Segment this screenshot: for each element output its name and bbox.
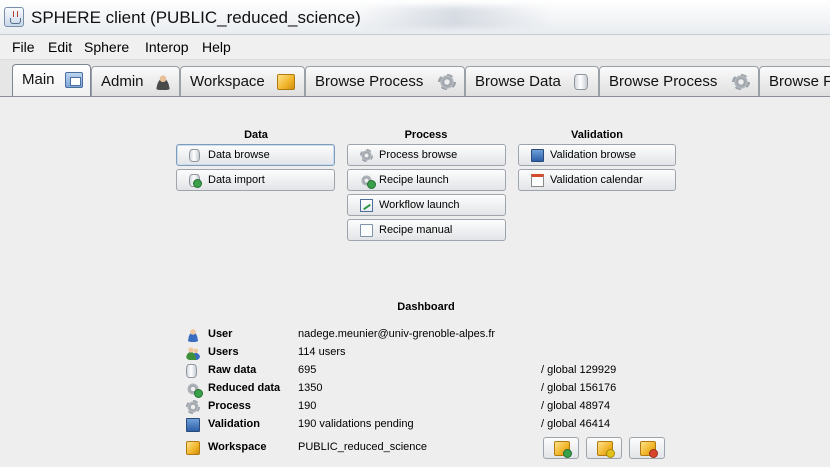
user-icon bbox=[186, 328, 200, 342]
tab-strip: Main Admin Workspace Browse Process Brow… bbox=[0, 60, 830, 97]
window-titlebar: SPHERE client (PUBLIC_reduced_science) bbox=[0, 0, 830, 35]
process-browse-label: Process browse bbox=[379, 149, 458, 161]
row-global: / global 156176 bbox=[541, 382, 617, 394]
gear-icon bbox=[186, 400, 200, 414]
tab-browse-f[interactable]: Browse F bbox=[759, 66, 830, 96]
tab-browse-process-1-label: Browse Process bbox=[315, 73, 424, 90]
workspace-change-icon bbox=[597, 441, 615, 458]
row-value: 190 validations pending bbox=[298, 418, 414, 430]
monitor-icon bbox=[186, 418, 200, 432]
data-import-button[interactable]: Data import bbox=[176, 169, 335, 191]
section-title-validation: Validation bbox=[571, 129, 623, 141]
workspace-remove-button[interactable] bbox=[629, 437, 665, 459]
dashboard-row-reduced-data: Reduced data 1350 / global 156176 bbox=[0, 381, 830, 398]
menu-edit[interactable]: Edit bbox=[48, 39, 72, 55]
tab-browse-process-2[interactable]: Browse Process bbox=[599, 66, 759, 96]
reduced-data-icon bbox=[186, 382, 203, 398]
recipe-launch-label: Recipe launch bbox=[379, 174, 449, 186]
blurred-background-titlebar bbox=[360, 6, 550, 28]
workspace-add-button[interactable] bbox=[543, 437, 579, 459]
recipe-manual-button[interactable]: Recipe manual bbox=[347, 219, 506, 241]
row-label: Workspace bbox=[208, 441, 267, 453]
gear-icon bbox=[360, 149, 373, 162]
document-icon bbox=[360, 224, 373, 237]
recipe-launch-button[interactable]: Recipe launch bbox=[347, 169, 506, 191]
dashboard-title: Dashboard bbox=[397, 301, 455, 313]
menu-interop[interactable]: Interop bbox=[145, 39, 189, 55]
row-label: Process bbox=[208, 400, 251, 412]
row-value: 114 users bbox=[298, 346, 346, 358]
menu-file[interactable]: File bbox=[12, 39, 35, 55]
row-global: / global 48974 bbox=[541, 400, 611, 412]
workflow-launch-label: Workflow launch bbox=[379, 199, 460, 211]
validation-browse-label: Validation browse bbox=[550, 149, 637, 161]
menu-sphere[interactable]: Sphere bbox=[84, 39, 129, 55]
data-browse-label: Data browse bbox=[208, 149, 270, 161]
dashboard-row-user: User nadege.meunier@univ-grenoble-alpes.… bbox=[0, 327, 830, 343]
row-value: 190 bbox=[298, 400, 317, 412]
tab-browse-process-1[interactable]: Browse Process bbox=[305, 66, 465, 96]
tab-main[interactable]: Main bbox=[12, 64, 91, 96]
workspace-change-button[interactable] bbox=[586, 437, 622, 459]
row-value: PUBLIC_reduced_science bbox=[298, 441, 428, 453]
row-label: Raw data bbox=[208, 364, 257, 376]
tab-browse-data[interactable]: Browse Data bbox=[465, 66, 599, 96]
menu-help[interactable]: Help bbox=[202, 39, 231, 55]
workspace-remove-icon bbox=[640, 441, 658, 458]
workspace-box-icon bbox=[186, 441, 200, 455]
tab-workspace-label: Workspace bbox=[190, 73, 265, 90]
tab-main-label: Main bbox=[22, 71, 55, 88]
recipe-manual-label: Recipe manual bbox=[379, 224, 453, 236]
dashboard-row-workspace: Workspace PUBLIC_reduced_science bbox=[0, 440, 830, 456]
tab-browse-process-2-label: Browse Process bbox=[609, 73, 718, 90]
section-title-data: Data bbox=[244, 129, 268, 141]
calendar-icon bbox=[531, 174, 544, 187]
process-browse-button[interactable]: Process browse bbox=[347, 144, 506, 166]
validation-browse-button[interactable]: Validation browse bbox=[518, 144, 676, 166]
workspace-box-icon bbox=[277, 74, 295, 90]
database-icon bbox=[186, 364, 197, 378]
row-label: Reduced data bbox=[208, 382, 281, 394]
gear-icon bbox=[732, 74, 750, 90]
java-app-icon bbox=[4, 7, 24, 27]
validation-calendar-label: Validation calendar bbox=[550, 174, 643, 186]
data-browse-button[interactable]: Data browse bbox=[176, 144, 335, 166]
dashboard-row-process: Process 190 / global 48974 bbox=[0, 399, 830, 415]
users-icon bbox=[186, 346, 200, 360]
workflow-icon bbox=[360, 199, 373, 212]
row-label: Users bbox=[208, 346, 239, 358]
row-value: 695 bbox=[298, 364, 317, 376]
row-global: / global 129929 bbox=[541, 364, 617, 376]
tab-browse-f-label: Browse F bbox=[769, 73, 830, 90]
main-panel: Data Process Validation Data browse Data… bbox=[0, 98, 830, 467]
row-value: nadege.meunier@univ-grenoble-alpes.fr bbox=[298, 328, 496, 340]
recipe-launch-icon bbox=[360, 174, 376, 189]
row-global: / global 46414 bbox=[541, 418, 611, 430]
dashboard-row-validation: Validation 190 validations pending / glo… bbox=[0, 417, 830, 433]
dashboard-row-raw-data: Raw data 695 / global 129929 bbox=[0, 363, 830, 379]
data-import-icon bbox=[189, 174, 202, 188]
window-title: SPHERE client (PUBLIC_reduced_science) bbox=[31, 8, 361, 27]
workspace-add-icon bbox=[554, 441, 572, 458]
monitor-icon bbox=[531, 149, 544, 162]
validation-calendar-button[interactable]: Validation calendar bbox=[518, 169, 676, 191]
database-icon bbox=[189, 149, 200, 162]
tab-browse-data-label: Browse Data bbox=[475, 73, 561, 90]
dashboard-row-users: Users 114 users bbox=[0, 345, 830, 361]
admin-user-icon bbox=[154, 74, 172, 90]
workflow-launch-button[interactable]: Workflow launch bbox=[347, 194, 506, 216]
tab-admin-label: Admin bbox=[101, 73, 144, 90]
row-label: User bbox=[208, 328, 233, 340]
row-label: Validation bbox=[208, 418, 260, 430]
window-icon bbox=[65, 72, 83, 88]
row-value: 1350 bbox=[298, 382, 323, 394]
tab-admin[interactable]: Admin bbox=[91, 66, 180, 96]
section-title-process: Process bbox=[404, 129, 448, 141]
data-import-label: Data import bbox=[208, 174, 265, 186]
database-icon bbox=[574, 74, 588, 90]
gear-icon bbox=[438, 74, 456, 90]
menu-bar: File Edit Sphere Interop Help bbox=[0, 35, 830, 60]
tab-workspace[interactable]: Workspace bbox=[180, 66, 305, 96]
